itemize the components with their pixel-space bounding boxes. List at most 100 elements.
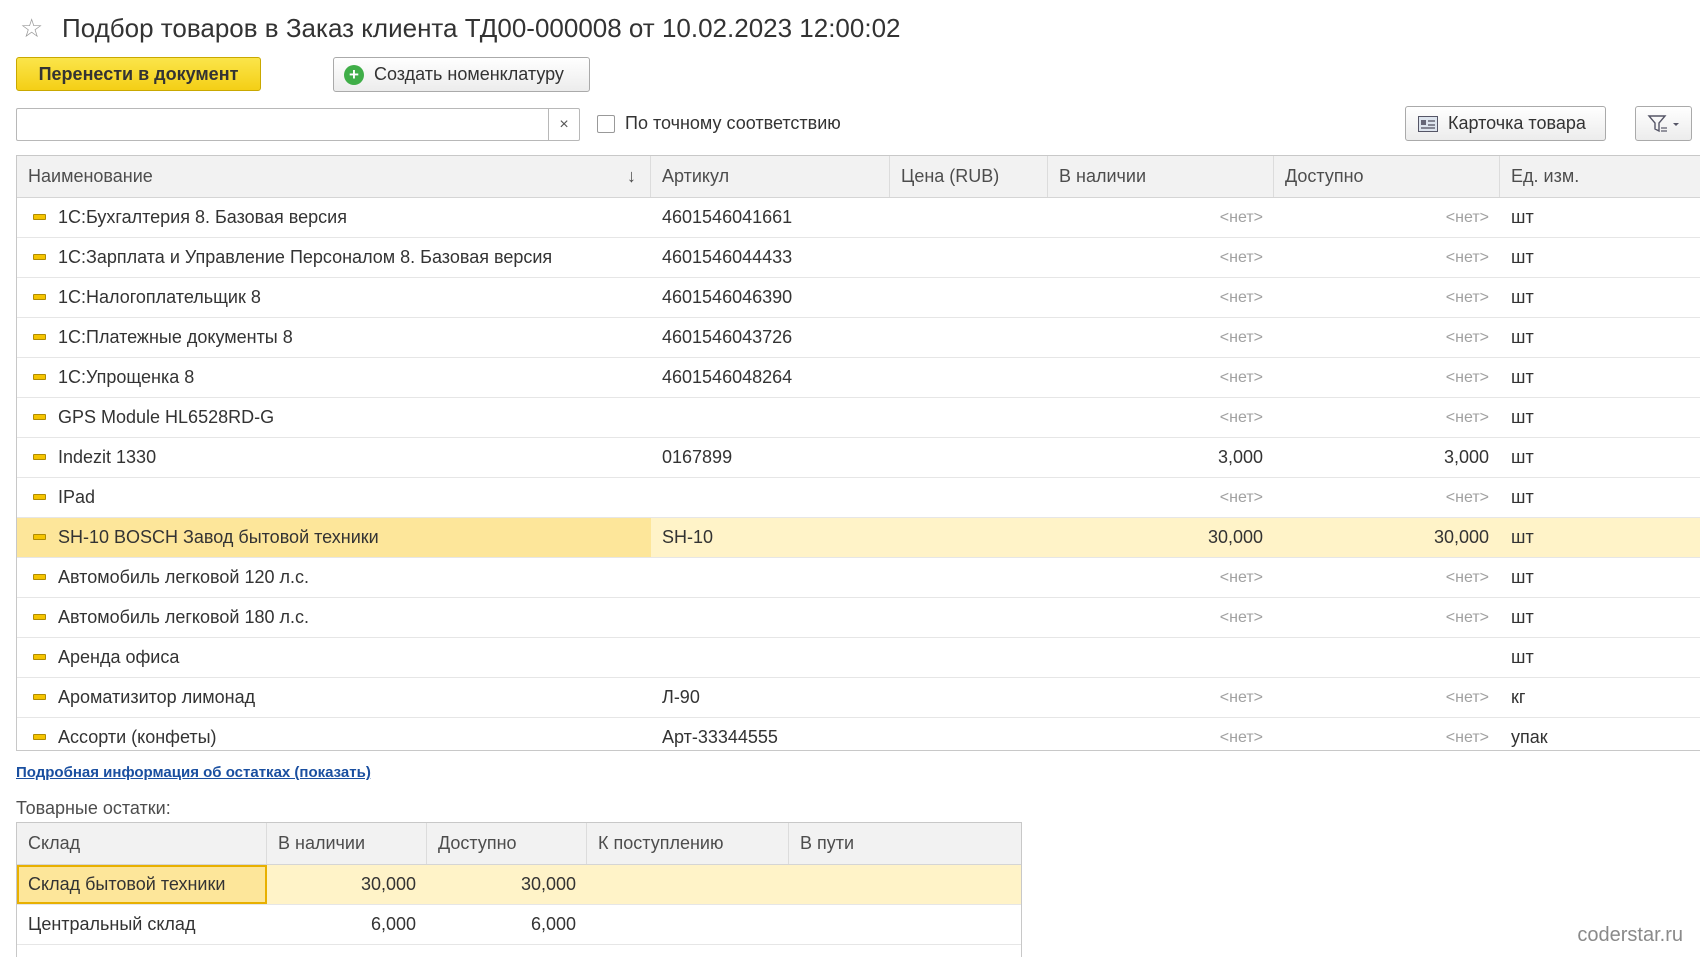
column-in-stock[interactable]: В наличии — [267, 823, 427, 864]
cell-name[interactable]: Indezit 1330 — [17, 438, 651, 477]
cell-article[interactable] — [651, 478, 890, 517]
column-name[interactable]: Наименование ↓ — [17, 156, 651, 197]
cell-price[interactable] — [890, 638, 1048, 677]
cell-unit[interactable]: шт — [1500, 478, 1700, 517]
cell-stock[interactable]: <нет> — [1048, 718, 1274, 750]
cell-name[interactable]: GPS Module HL6528RD-G — [17, 398, 651, 437]
cell-in-transit[interactable] — [789, 905, 1021, 944]
column-stock[interactable]: В наличии — [1048, 156, 1274, 197]
table-row[interactable]: SH-10 BOSCH Завод бытовой техники SH-10 30… — [17, 518, 1700, 558]
cell-unit[interactable]: шт — [1500, 278, 1700, 317]
cell-article[interactable]: 4601546048264 — [651, 358, 890, 397]
cell-article[interactable]: 4601546043726 — [651, 318, 890, 357]
table-row[interactable]: 1С:Налогоплательщик 8 4601546046390 <нет> <… — [17, 278, 1700, 318]
filter-button[interactable] — [1635, 106, 1692, 141]
table-row[interactable]: 1С:Платежные документы 8 4601546043726 <не… — [17, 318, 1700, 358]
cell-name[interactable]: 1С:Налогоплательщик 8 — [17, 278, 651, 317]
cell-article[interactable]: 0167899 — [651, 438, 890, 477]
transfer-to-document-button[interactable]: Перенести в документ — [16, 57, 261, 91]
cell-price[interactable] — [890, 198, 1048, 237]
cell-article[interactable]: Арт-33344555 — [651, 718, 890, 750]
column-available[interactable]: Доступно — [427, 823, 587, 864]
cell-article[interactable]: 4601546041661 — [651, 198, 890, 237]
cell-available[interactable]: <нет> — [1274, 278, 1500, 317]
cell-price[interactable] — [890, 558, 1048, 597]
cell-article[interactable]: SH-10 — [651, 518, 890, 557]
cell-available[interactable]: <нет> — [1274, 718, 1500, 750]
cell-stock[interactable]: <нет> — [1048, 318, 1274, 357]
cell-name[interactable]: IPad — [17, 478, 651, 517]
cell-price[interactable] — [890, 398, 1048, 437]
cell-warehouse[interactable]: Центральный склад — [17, 905, 267, 944]
cell-stock[interactable]: <нет> — [1048, 238, 1274, 277]
cell-unit[interactable]: шт — [1500, 438, 1700, 477]
sort-desc-icon[interactable]: ↓ — [627, 156, 636, 197]
stock-row[interactable]: Центральный склад 6,000 6,000 — [17, 905, 1021, 945]
create-item-button[interactable]: + Создать номенклатуру — [333, 57, 590, 92]
column-price[interactable]: Цена (RUB) — [890, 156, 1048, 197]
cell-article[interactable]: Л-90 — [651, 678, 890, 717]
cell-available[interactable]: <нет> — [1274, 318, 1500, 357]
cell-unit[interactable]: шт — [1500, 598, 1700, 637]
table-row[interactable]: Ароматизитор лимонад Л-90 <нет> <нет> кг — [17, 678, 1700, 718]
cell-available[interactable]: 30,000 — [1274, 518, 1500, 557]
table-row[interactable]: 1С:Зарплата и Управление Персоналом 8. Б… — [17, 238, 1700, 278]
table-row[interactable]: Аренда офиса шт — [17, 638, 1700, 678]
cell-price[interactable] — [890, 238, 1048, 277]
column-available[interactable]: Доступно — [1274, 156, 1500, 197]
cell-unit[interactable]: шт — [1500, 398, 1700, 437]
cell-warehouse[interactable]: Склад бытовой техники — [17, 865, 267, 904]
cell-stock[interactable]: <нет> — [1048, 198, 1274, 237]
cell-name[interactable]: Автомобиль легковой 120 л.с. — [17, 558, 651, 597]
cell-name[interactable]: Аренда офиса — [17, 638, 651, 677]
cell-in-stock[interactable]: 30,000 — [267, 865, 427, 904]
cell-price[interactable] — [890, 718, 1048, 750]
cell-name[interactable]: 1С:Зарплата и Управление Персоналом 8. Б… — [17, 238, 651, 277]
cell-unit[interactable]: кг — [1500, 678, 1700, 717]
clear-search-icon[interactable]: × — [548, 109, 579, 140]
table-row[interactable]: Indezit 1330 0167899 3,000 3,000 шт — [17, 438, 1700, 478]
star-icon[interactable]: ☆ — [20, 15, 50, 41]
cell-unit[interactable]: шт — [1500, 358, 1700, 397]
cell-stock[interactable]: <нет> — [1048, 598, 1274, 637]
cell-available[interactable]: 6,000 — [427, 905, 587, 944]
table-row[interactable]: Ассорти (конфеты) Арт-33344555 <нет> <нет> у… — [17, 718, 1700, 750]
table-row[interactable]: Автомобиль легковой 180 л.с. <нет> <нет> шт — [17, 598, 1700, 638]
cell-stock[interactable]: <нет> — [1048, 358, 1274, 397]
cell-article[interactable] — [651, 398, 890, 437]
cell-stock[interactable]: <нет> — [1048, 398, 1274, 437]
column-unit[interactable]: Ед. изм. — [1500, 156, 1700, 197]
cell-price[interactable] — [890, 358, 1048, 397]
cell-stock[interactable] — [1048, 638, 1274, 677]
table-row[interactable]: 1С:Бухгалтерия 8. Базовая версия 46015460… — [17, 198, 1700, 238]
table-row[interactable]: 1С:Упрощенка 8 4601546048264 <нет> <нет> шт — [17, 358, 1700, 398]
cell-unit[interactable]: шт — [1500, 318, 1700, 357]
cell-stock[interactable]: <нет> — [1048, 558, 1274, 597]
cell-available[interactable] — [1274, 638, 1500, 677]
cell-price[interactable] — [890, 478, 1048, 517]
cell-available[interactable]: <нет> — [1274, 198, 1500, 237]
cell-price[interactable] — [890, 438, 1048, 477]
cell-price[interactable] — [890, 518, 1048, 557]
cell-in-transit[interactable] — [789, 865, 1021, 904]
cell-stock[interactable]: <нет> — [1048, 278, 1274, 317]
table-row[interactable]: GPS Module HL6528RD-G <нет> <нет> шт — [17, 398, 1700, 438]
cell-price[interactable] — [890, 278, 1048, 317]
cell-unit[interactable]: шт — [1500, 638, 1700, 677]
cell-available[interactable]: <нет> — [1274, 478, 1500, 517]
cell-stock[interactable]: 3,000 — [1048, 438, 1274, 477]
cell-name[interactable]: SH-10 BOSCH Завод бытовой техники — [17, 518, 651, 557]
cell-stock[interactable]: 30,000 — [1048, 518, 1274, 557]
cell-available[interactable]: <нет> — [1274, 678, 1500, 717]
cell-unit[interactable]: шт — [1500, 198, 1700, 237]
product-card-button[interactable]: Карточка товара — [1405, 106, 1606, 141]
cell-available[interactable]: <нет> — [1274, 398, 1500, 437]
cell-name[interactable]: Ассорти (конфеты) — [17, 718, 651, 750]
column-warehouse[interactable]: Склад — [17, 823, 267, 864]
cell-name[interactable]: 1С:Упрощенка 8 — [17, 358, 651, 397]
cell-unit[interactable]: шт — [1500, 238, 1700, 277]
column-in-transit[interactable]: В пути — [789, 823, 1021, 864]
table-row[interactable]: Автомобиль легковой 120 л.с. <нет> <нет> шт — [17, 558, 1700, 598]
stock-details-link[interactable]: Подробная информация об остатках (показа… — [16, 764, 371, 781]
cell-name[interactable]: Автомобиль легковой 180 л.с. — [17, 598, 651, 637]
